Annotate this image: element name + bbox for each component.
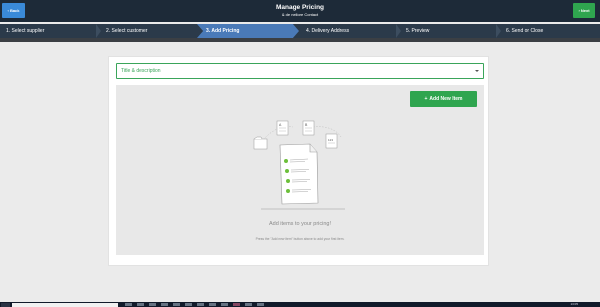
- app-icon[interactable]: [209, 303, 216, 306]
- chevron-down-icon: [475, 70, 479, 72]
- step-select-supplier[interactable]: 1. Select supplier: [0, 24, 100, 38]
- document-icon: 123: [325, 133, 338, 149]
- step-add-pricing[interactable]: 3. Add Pricing: [197, 24, 299, 38]
- document-icon: A: [276, 120, 289, 136]
- pricing-card: Title & description + Add New Item A B 1…: [108, 56, 489, 266]
- taskbar-apps: [122, 302, 312, 307]
- taskbar-search-input[interactable]: [12, 303, 118, 307]
- app-icon[interactable]: [257, 303, 264, 306]
- items-panel: + Add New Item A B 123 Add items to your…: [116, 85, 484, 255]
- document-icon: B: [302, 120, 315, 136]
- app-icon[interactable]: [197, 303, 204, 306]
- next-button[interactable]: › Next: [573, 3, 595, 18]
- taskbar-clock: 13:05: [570, 302, 578, 306]
- app-icon[interactable]: [149, 303, 156, 306]
- app-icon[interactable]: [185, 303, 192, 306]
- step-select-customer[interactable]: 2. Select customer: [100, 24, 200, 38]
- app-icon[interactable]: [173, 303, 180, 306]
- app-icon[interactable]: [233, 303, 240, 306]
- app-icon[interactable]: [245, 303, 252, 306]
- add-new-item-label: Add New Item: [429, 96, 463, 102]
- step-preview[interactable]: 5. Preview: [400, 24, 500, 38]
- empty-checklist-illustration: A B 123: [253, 120, 345, 210]
- plus-icon: +: [424, 96, 428, 102]
- start-button[interactable]: [1, 303, 10, 307]
- step-send-or-close[interactable]: 6. Send or Close: [500, 24, 600, 38]
- app-icon[interactable]: [125, 303, 132, 306]
- page-title: Manage Pricing: [275, 4, 325, 11]
- app-icon[interactable]: [137, 303, 144, 306]
- step-delivery-address[interactable]: 4. Delivery Address: [300, 24, 400, 38]
- next-label: Next: [580, 8, 590, 13]
- svg-text:123: 123: [328, 138, 333, 142]
- empty-state-hint: Press the "Add new item" button above to…: [255, 237, 345, 241]
- divider-strip: [0, 38, 600, 42]
- checklist-sheet-icon: [279, 143, 319, 205]
- title-description-dropdown[interactable]: Title & description: [116, 63, 484, 79]
- dropdown-value: Title & description: [121, 68, 161, 74]
- empty-state-title: Add items to your pricing!: [268, 221, 332, 227]
- page-subtitle: & de nellore Contact: [281, 12, 319, 17]
- add-new-item-button[interactable]: + Add New Item: [410, 91, 477, 107]
- app-icon[interactable]: [221, 303, 228, 306]
- folder-icon: [253, 136, 268, 150]
- app-icon[interactable]: [161, 303, 168, 306]
